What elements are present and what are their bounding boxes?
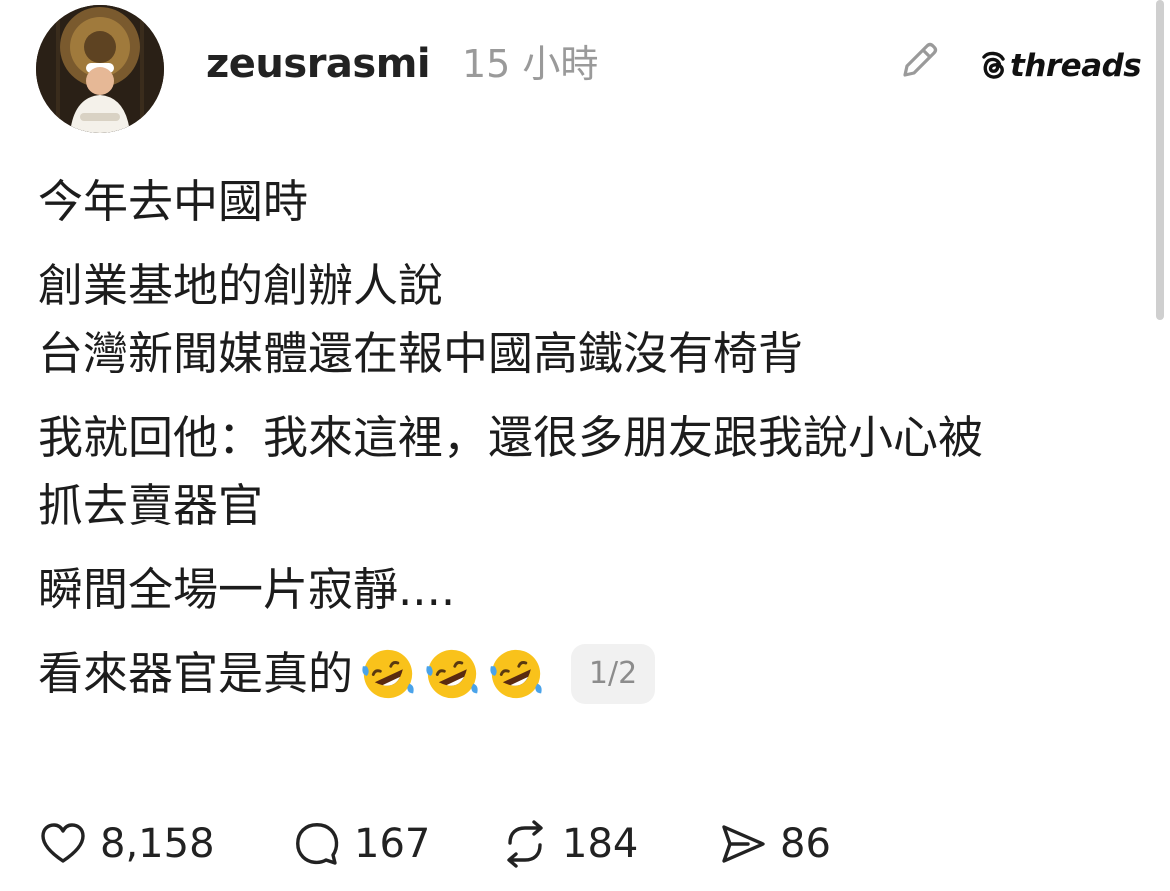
post-line: 今年去中國時 [38, 175, 309, 228]
post-paragraph: 今年去中國時 [38, 168, 1138, 236]
like-count: 8,158 [100, 821, 215, 867]
repost-arrows-icon [507, 820, 543, 868]
post-paragraph: 創業基地的創辦人說 台灣新聞媒體還在報中國高鐵沒有椅背 [38, 252, 1138, 388]
reply-button[interactable]: 167 [292, 819, 500, 869]
avatar-image [36, 5, 164, 133]
speech-bubble-icon [296, 823, 339, 865]
username[interactable]: zeusrasmi [206, 38, 431, 90]
page-indicator-badge[interactable]: 1/2 [571, 644, 656, 704]
post-line: 我就回他：我來這裡，還很多朋友跟我說小心被 [38, 411, 984, 464]
rolling-on-floor-laughing-icon [362, 649, 414, 699]
post-line: 創業基地的創辦人說 [38, 259, 444, 312]
share-button[interactable]: 86 [718, 819, 831, 869]
post-last-line: 看來器官是真的 1/2 [38, 640, 1138, 708]
post-paragraph: 瞬間全場一片寂靜.... [38, 556, 1138, 624]
post-body: 今年去中國時 創業基地的創辦人說 台灣新聞媒體還在報中國高鐵沒有椅背 我就回他：… [38, 168, 1138, 708]
avatar[interactable] [36, 5, 164, 133]
rolling-on-floor-laughing-icon [426, 649, 478, 699]
post-line: 看來器官是真的 [38, 647, 354, 700]
scrollbar[interactable] [1156, 0, 1164, 320]
reply-count: 167 [354, 821, 431, 867]
threads-logo-icon [982, 51, 1005, 79]
pencil-icon[interactable] [896, 38, 942, 84]
repost-count: 184 [562, 821, 639, 867]
repost-button[interactable]: 184 [500, 819, 718, 869]
like-button[interactable]: 8,158 [38, 819, 292, 869]
post-timestamp: 15 小時 [462, 42, 599, 86]
send-icon [722, 825, 765, 863]
threads-wordmark: threads [1010, 48, 1142, 84]
rolling-on-floor-laughing-icon [490, 649, 542, 699]
action-bar: 8,158 167 184 86 [38, 812, 831, 876]
post-paragraph: 我就回他：我來這裡，還很多朋友跟我說小心被 抓去賣器官 [38, 404, 1138, 540]
post-line: 台灣新聞媒體還在報中國高鐵沒有椅背 [38, 327, 804, 380]
post-line: 抓去賣器官 [38, 479, 264, 532]
heart-icon [41, 823, 85, 863]
post-line: 瞬間全場一片寂靜.... [38, 563, 456, 616]
threads-brand[interactable]: threads [978, 44, 1142, 88]
share-count: 86 [780, 821, 831, 867]
